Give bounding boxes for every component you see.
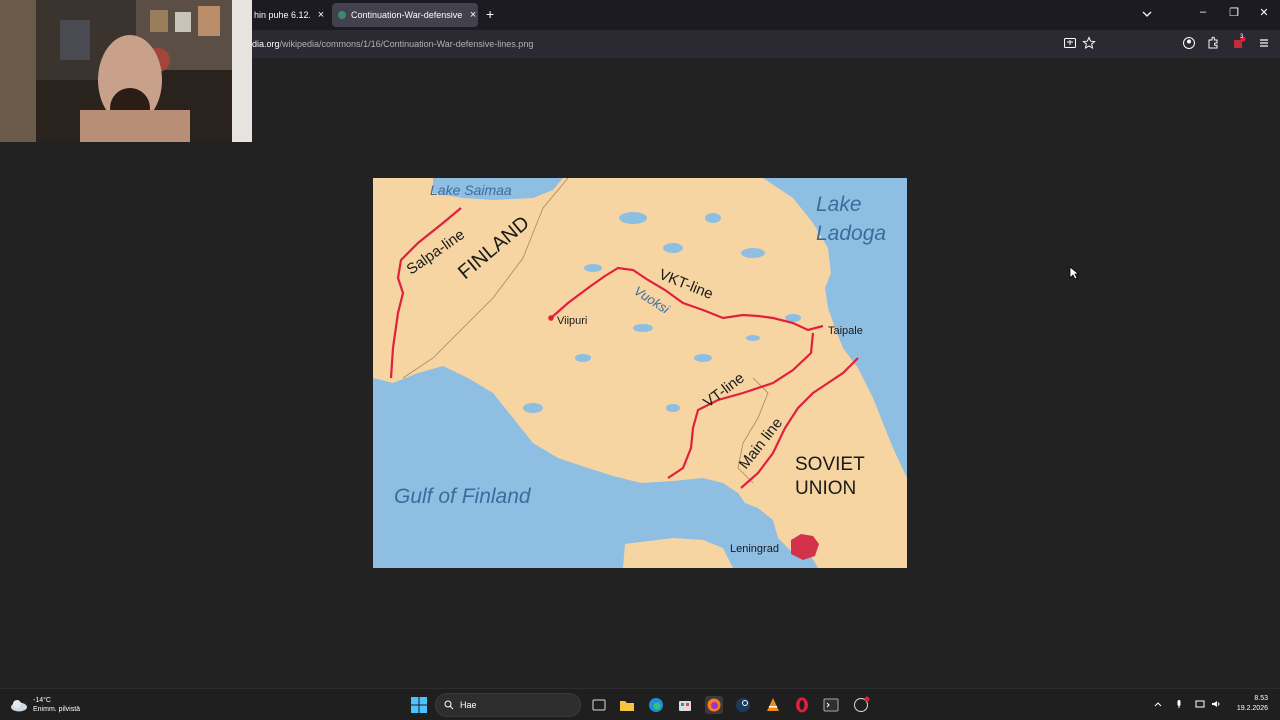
viipuri-label: Viipuri	[557, 315, 587, 327]
lake-saimaa-label: Lake Saimaa	[430, 182, 512, 198]
volume-icon[interactable]	[1211, 699, 1221, 709]
translate-icon[interactable]	[1063, 36, 1077, 50]
bookmark-star-icon[interactable]	[1082, 36, 1096, 50]
lake-ladoga-label-1: Lake	[816, 193, 862, 216]
lake-ladoga-label-2: Ladoga	[816, 222, 886, 245]
task-view-icon[interactable]	[590, 696, 608, 714]
weather-description: Enimm. pilvistä	[33, 706, 81, 713]
tab-continuation-war-map[interactable]: Continuation-War-defensive-lines ×	[332, 3, 478, 27]
url-bar[interactable]: dia.org/wikipedia/commons/1/16/Continuat…	[252, 39, 533, 49]
tab-list-icon[interactable]	[1142, 9, 1152, 19]
defensive-lines-map[interactable]: Lake Saimaa Lake Ladoga Salpa-line FINLA…	[373, 178, 907, 568]
obs-icon[interactable]	[852, 696, 870, 714]
search-label: Hae	[460, 700, 477, 710]
addon-badge: 3	[1240, 34, 1244, 40]
soviet-union-label-2: UNION	[795, 478, 856, 499]
tab-title: hin puhe 6.12.1917	[254, 10, 310, 20]
system-clock[interactable]: 8.53 19.2.2026	[1232, 694, 1268, 714]
leningrad-label: Leningrad	[730, 543, 779, 555]
taipale-label: Taipale	[828, 325, 863, 337]
microphone-icon[interactable]	[1174, 699, 1184, 709]
weather-widget[interactable]: -14°C Enimm. pilvistä	[10, 696, 80, 714]
search-icon	[444, 700, 454, 710]
menu-icon[interactable]	[1257, 36, 1271, 50]
favicon-icon	[338, 11, 346, 19]
chevron-up-icon[interactable]	[1153, 699, 1163, 709]
viipuri-marker	[548, 315, 554, 321]
taskbar: -14°C Enimm. pilvistä Hae 8.53 19.2.2026	[0, 688, 1280, 720]
taskbar-search[interactable]: Hae	[435, 693, 581, 717]
minimize-button[interactable]: –	[1195, 6, 1211, 18]
network-icon[interactable]	[1195, 699, 1205, 709]
soviet-union-label-1: SOVIET	[795, 454, 865, 475]
opera-icon[interactable]	[793, 696, 811, 714]
gulf-of-finland-label: Gulf of Finland	[394, 485, 532, 508]
extensions-icon[interactable]	[1206, 36, 1220, 50]
tab-speech[interactable]: hin puhe 6.12.1917 ×	[254, 3, 326, 27]
new-tab-button[interactable]: +	[486, 7, 494, 21]
weather-temperature: -14°C	[33, 697, 51, 704]
tab-title: Continuation-War-defensive-lines	[351, 10, 463, 20]
url-path: /wikipedia/commons/1/16/Continuation-War…	[279, 39, 534, 49]
vlc-icon[interactable]	[764, 696, 782, 714]
image-viewer: Lake Saimaa Lake Ladoga Salpa-line FINLA…	[0, 58, 1280, 688]
tab-close-icon[interactable]: ×	[468, 9, 478, 21]
cloud-icon	[11, 700, 27, 712]
account-icon[interactable]	[1182, 36, 1196, 50]
maximize-button[interactable]: ❐	[1226, 6, 1242, 19]
store-icon[interactable]	[676, 696, 694, 714]
close-window-button[interactable]: ✕	[1256, 6, 1272, 19]
clock-date: 19.2.2026	[1236, 705, 1268, 712]
url-domain: dia.org	[252, 39, 280, 49]
tab-close-icon[interactable]: ×	[316, 9, 326, 21]
firefox-icon[interactable]	[705, 696, 723, 714]
clock-time: 8.53	[1254, 695, 1268, 702]
terminal-icon[interactable]	[822, 696, 840, 714]
edge-icon[interactable]	[647, 696, 665, 714]
windows-start-icon[interactable]	[410, 696, 428, 714]
webcam-overlay	[0, 0, 252, 142]
file-explorer-icon[interactable]	[618, 696, 636, 714]
addon-icon[interactable]	[1232, 36, 1246, 50]
mouse-cursor-icon	[1069, 266, 1079, 280]
steam-icon[interactable]	[734, 696, 752, 714]
